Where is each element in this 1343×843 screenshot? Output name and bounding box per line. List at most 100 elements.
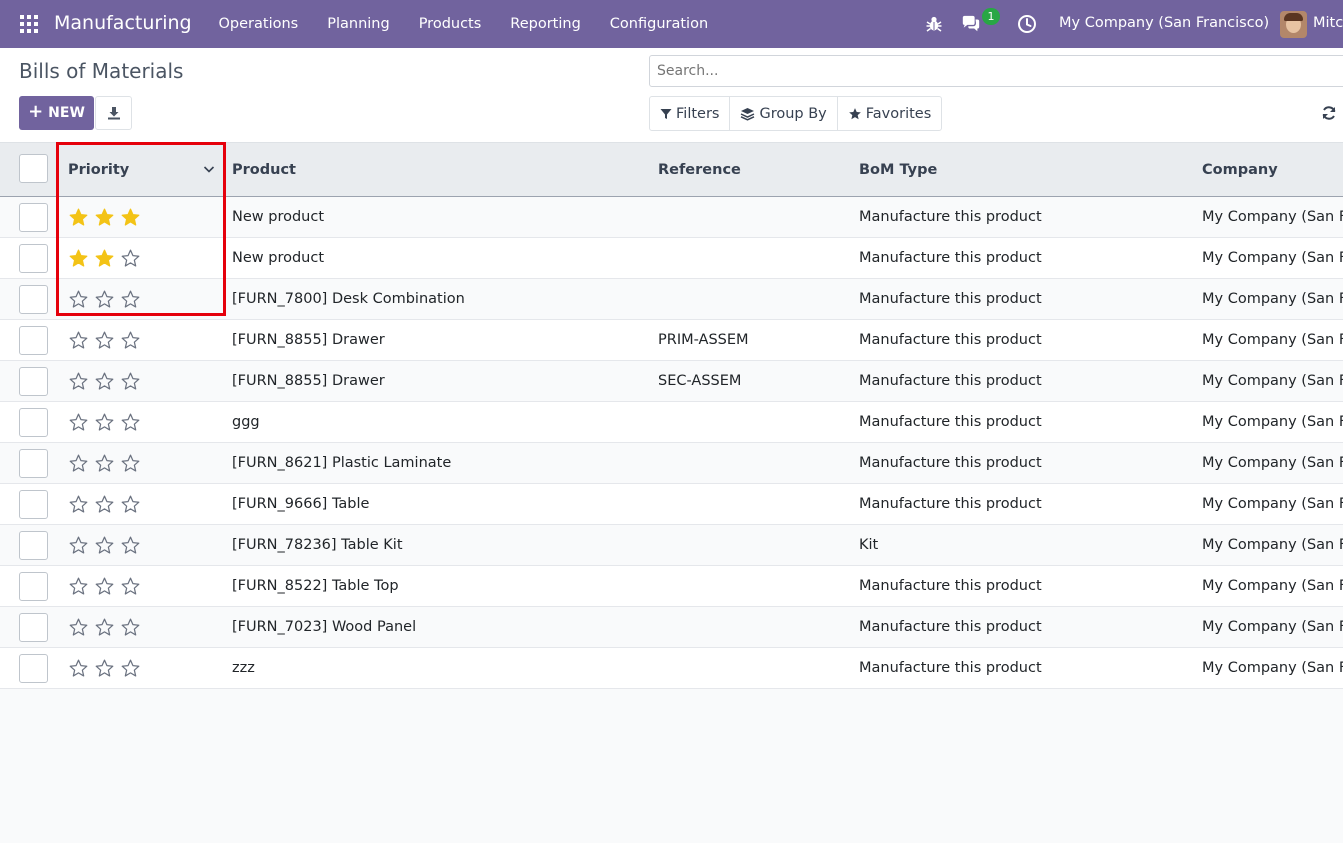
row-checkbox[interactable] [19, 366, 48, 396]
row-checkbox[interactable] [19, 243, 48, 273]
priority-star-icon[interactable] [120, 535, 141, 556]
row-checkbox[interactable] [19, 653, 48, 683]
priority-stars[interactable] [68, 412, 141, 433]
table-row[interactable]: New product Manufacture this product My Co… [0, 238, 1343, 279]
priority-stars[interactable] [68, 535, 141, 556]
row-checkbox[interactable] [19, 202, 48, 232]
table-row[interactable]: [FURN_8855] Drawer PRIM-ASSEM Manufacture … [0, 320, 1343, 361]
refresh-icon[interactable] [1321, 105, 1337, 121]
user-name[interactable]: Mitc [1313, 15, 1343, 31]
table-row[interactable]: [FURN_7023] Wood Panel Manufacture this p… [0, 607, 1343, 648]
priority-star-icon[interactable] [68, 658, 89, 679]
priority-star-icon[interactable] [94, 248, 115, 269]
row-checkbox[interactable] [19, 407, 48, 437]
priority-stars[interactable] [68, 248, 141, 269]
priority-star-icon[interactable] [120, 576, 141, 597]
priority-star-icon[interactable] [120, 453, 141, 474]
priority-star-icon[interactable] [120, 494, 141, 515]
column-header-bom-type[interactable]: BoM Type [859, 143, 1189, 196]
row-checkbox[interactable] [19, 530, 48, 560]
priority-star-icon[interactable] [68, 248, 89, 269]
menu-item-operations[interactable]: Operations [204, 0, 313, 48]
priority-star-icon[interactable] [68, 494, 89, 515]
table-row[interactable]: [FURN_7800] Desk Combination Manufacture … [0, 279, 1343, 320]
table-row[interactable]: [FURN_8522] Table Top Manufacture this pr… [0, 566, 1343, 607]
column-header-priority[interactable]: Priority [68, 143, 220, 196]
row-checkbox[interactable] [19, 571, 48, 601]
priority-stars[interactable] [68, 207, 141, 228]
priority-star-icon[interactable] [94, 371, 115, 392]
priority-star-icon[interactable] [94, 576, 115, 597]
menu-item-planning[interactable]: Planning [313, 0, 404, 48]
priority-star-icon[interactable] [120, 412, 141, 433]
priority-star-icon[interactable] [94, 412, 115, 433]
priority-stars[interactable] [68, 658, 141, 679]
new-button[interactable]: + NEW [19, 96, 94, 130]
priority-stars[interactable] [68, 289, 141, 310]
priority-star-icon[interactable] [68, 207, 89, 228]
priority-star-icon[interactable] [68, 576, 89, 597]
table-row[interactable]: zzz Manufacture this product My Company (S… [0, 648, 1343, 689]
filters-button[interactable]: Filters [650, 97, 731, 130]
row-checkbox[interactable] [19, 612, 48, 642]
search-box[interactable] [649, 55, 1343, 87]
table-row[interactable]: ggg Manufacture this product My Company (S… [0, 402, 1343, 443]
priority-stars[interactable] [68, 371, 141, 392]
priority-star-icon[interactable] [120, 658, 141, 679]
priority-star-icon[interactable] [94, 330, 115, 351]
priority-star-icon[interactable] [94, 535, 115, 556]
company-switcher[interactable]: My Company (San Francisco) [1059, 15, 1269, 31]
priority-star-icon[interactable] [94, 289, 115, 310]
group-by-button[interactable]: Group By [730, 97, 838, 130]
row-checkbox[interactable] [19, 489, 48, 519]
priority-star-icon[interactable] [120, 330, 141, 351]
favorites-button[interactable]: Favorites [838, 97, 942, 130]
chevron-down-icon[interactable] [203, 163, 215, 175]
priority-star-icon[interactable] [120, 248, 141, 269]
priority-stars[interactable] [68, 576, 141, 597]
bug-icon[interactable] [924, 14, 944, 34]
chat-icon[interactable] [961, 14, 981, 34]
menu-item-reporting[interactable]: Reporting [496, 0, 596, 48]
priority-stars[interactable] [68, 330, 141, 351]
avatar[interactable] [1280, 11, 1307, 38]
priority-star-icon[interactable] [94, 658, 115, 679]
table-row[interactable]: New product Manufacture this product My Co… [0, 197, 1343, 238]
download-button[interactable] [95, 96, 132, 130]
row-checkbox[interactable] [19, 325, 48, 355]
priority-star-icon[interactable] [94, 617, 115, 638]
search-input[interactable] [657, 63, 1343, 79]
apps-grid-icon[interactable] [20, 15, 38, 33]
column-header-reference[interactable]: Reference [658, 143, 848, 196]
priority-star-icon[interactable] [68, 453, 89, 474]
priority-star-icon[interactable] [68, 371, 89, 392]
priority-star-icon[interactable] [68, 535, 89, 556]
priority-star-icon[interactable] [68, 330, 89, 351]
app-name[interactable]: Manufacturing [54, 12, 192, 34]
priority-star-icon[interactable] [94, 494, 115, 515]
column-header-company[interactable]: Company [1202, 143, 1343, 196]
priority-stars[interactable] [68, 617, 141, 638]
column-header-product[interactable]: Product [232, 143, 642, 196]
clock-icon[interactable] [1017, 14, 1037, 34]
row-checkbox[interactable] [19, 284, 48, 314]
priority-star-icon[interactable] [68, 289, 89, 310]
priority-star-icon[interactable] [120, 289, 141, 310]
row-checkbox[interactable] [19, 448, 48, 478]
priority-star-icon[interactable] [120, 207, 141, 228]
priority-star-icon[interactable] [120, 617, 141, 638]
table-row[interactable]: [FURN_9666] Table Manufacture this produc… [0, 484, 1343, 525]
priority-stars[interactable] [68, 494, 141, 515]
menu-item-configuration[interactable]: Configuration [595, 0, 722, 48]
menu-item-products[interactable]: Products [404, 0, 496, 48]
priority-star-icon[interactable] [120, 371, 141, 392]
priority-star-icon[interactable] [94, 207, 115, 228]
priority-star-icon[interactable] [68, 617, 89, 638]
priority-star-icon[interactable] [68, 412, 89, 433]
select-all-checkbox[interactable] [19, 154, 48, 183]
priority-stars[interactable] [68, 453, 141, 474]
table-row[interactable]: [FURN_8855] Drawer SEC-ASSEM Manufacture t… [0, 361, 1343, 402]
priority-star-icon[interactable] [94, 453, 115, 474]
table-row[interactable]: [FURN_8621] Plastic Laminate Manufacture … [0, 443, 1343, 484]
table-row[interactable]: [FURN_78236] Table Kit Kit My Company (San… [0, 525, 1343, 566]
